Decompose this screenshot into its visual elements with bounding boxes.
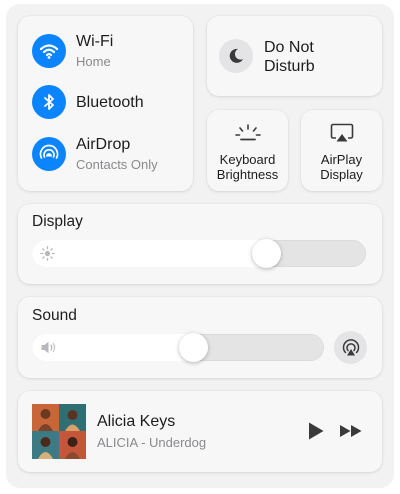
airplay-display-icon	[330, 123, 354, 148]
airplay-display-label-line1: AirPlay	[320, 152, 363, 167]
keyboard-brightness-label-line1: Keyboard	[219, 152, 276, 167]
now-playing-tile: Alicia Keys ALICIA - Underdog	[18, 391, 382, 472]
airdrop-visibility: Contacts Only	[76, 157, 158, 172]
speaker-icon	[40, 340, 58, 360]
sound-volume-slider[interactable]	[32, 333, 324, 362]
display-slider-knob[interactable]	[251, 239, 281, 268]
fast-forward-icon[interactable]	[339, 423, 363, 444]
wifi-toggle[interactable]: Wi-Fi Home	[32, 32, 113, 69]
now-playing-artist: Alicia Keys	[97, 413, 176, 430]
sound-label: Sound	[32, 307, 77, 324]
dnd-label-line2: Disturb	[264, 58, 315, 75]
bluetooth-toggle[interactable]: Bluetooth	[32, 85, 144, 119]
moon-icon[interactable]	[219, 39, 253, 73]
airplay-display-label-line2: Display	[320, 167, 363, 182]
airplay-audio-icon[interactable]	[334, 331, 367, 364]
airdrop-toggle[interactable]: AirDrop Contacts Only	[32, 135, 158, 172]
bluetooth-icon[interactable]	[32, 85, 66, 119]
display-slider-fill	[32, 240, 281, 267]
keyboard-brightness-label-line2: Brightness	[216, 167, 279, 182]
display-label: Display	[32, 213, 83, 230]
now-playing-track: ALICIA - Underdog	[97, 435, 207, 450]
wifi-title: Wi-Fi	[76, 33, 114, 50]
airplay-display-tile[interactable]: AirPlay Display	[301, 110, 382, 191]
sound-slider-knob[interactable]	[178, 333, 208, 362]
sound-tile: Sound	[18, 297, 382, 378]
album-artwork[interactable]	[32, 404, 86, 459]
airdrop-icon[interactable]	[32, 136, 66, 171]
display-tile: Display	[18, 204, 382, 284]
do-not-disturb-tile[interactable]: Do Not Disturb	[207, 16, 382, 96]
wifi-icon[interactable]	[32, 33, 66, 68]
keyboard-brightness-tile[interactable]: Keyboard Brightness	[207, 110, 288, 191]
airdrop-title: AirDrop	[76, 136, 131, 153]
connectivity-tile: Wi-Fi Home Bluetooth AirDrop Contacts On…	[18, 16, 193, 191]
wifi-network-name: Home	[76, 54, 111, 69]
dnd-label-line1: Do Not	[264, 39, 314, 56]
bluetooth-title: Bluetooth	[76, 93, 144, 111]
keyboard-brightness-icon	[235, 124, 261, 147]
play-icon[interactable]	[307, 421, 325, 446]
display-brightness-slider[interactable]	[32, 239, 366, 268]
sun-icon	[40, 246, 55, 266]
